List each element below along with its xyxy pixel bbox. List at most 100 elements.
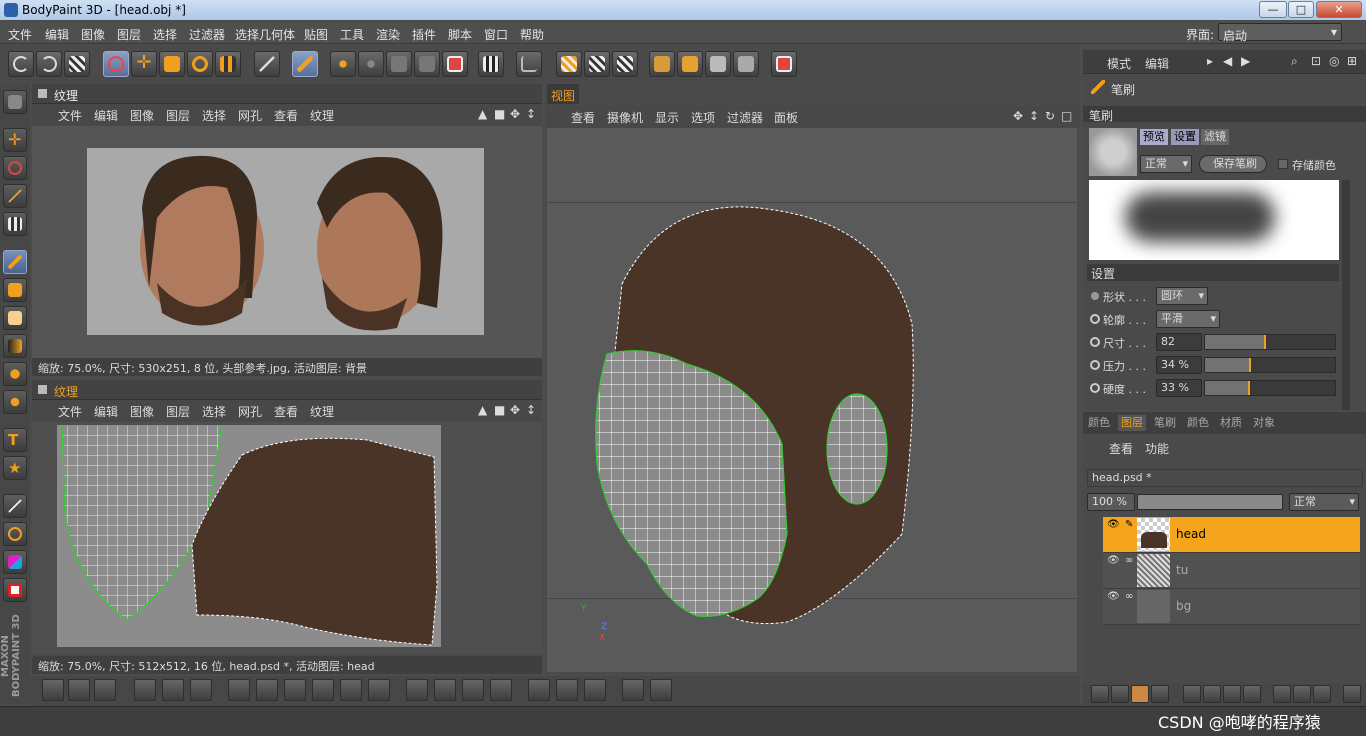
uv-tool-16[interactable] — [490, 679, 512, 701]
submenu-texture[interactable]: 纹理 — [310, 403, 334, 420]
lock-icon[interactable]: ■ — [494, 403, 505, 417]
menu-help[interactable]: 帮助 — [520, 26, 544, 43]
move-tool[interactable]: ✛ — [3, 128, 27, 152]
vp-menu-display[interactable]: 显示 — [655, 109, 679, 126]
paint-setup-button[interactable] — [358, 51, 384, 77]
eye-icon[interactable]: 👁 — [1107, 555, 1120, 566]
pan-icon[interactable]: ✥ — [510, 107, 520, 121]
histogram-icon[interactable]: ▲ — [478, 107, 487, 121]
cube-view-3-button[interactable] — [612, 51, 638, 77]
pressure-slider[interactable] — [1204, 357, 1336, 373]
history-button[interactable] — [64, 51, 90, 77]
undo-button[interactable] — [8, 51, 34, 77]
tab-preview[interactable]: 预览 — [1140, 129, 1168, 145]
eyedropper-tool[interactable] — [3, 494, 27, 518]
text-tool[interactable]: T — [3, 428, 27, 452]
select-tool-button[interactable] — [103, 51, 129, 77]
uv-tool-18[interactable] — [556, 679, 578, 701]
layer-row-bg[interactable]: 👁 ∞ bg — [1103, 589, 1360, 625]
back-arrow-icon[interactable]: ◀ — [1223, 54, 1232, 68]
uv-tool-1[interactable] — [42, 679, 64, 701]
lock-icon[interactable]: ■ — [494, 107, 505, 121]
forward-arrow-icon[interactable]: ▶ — [1241, 54, 1250, 68]
redo-button[interactable] — [36, 51, 62, 77]
texture-canvas[interactable] — [32, 126, 542, 358]
shape-radio[interactable] — [1091, 292, 1099, 300]
zoom-arrows-icon[interactable]: ↕ — [526, 107, 536, 121]
hardness-input[interactable]: 33 % — [1156, 379, 1202, 397]
menu-render[interactable]: 渲染 — [376, 26, 400, 43]
brush-preview-thumb[interactable] — [1089, 128, 1137, 176]
minimize-button[interactable]: — — [1259, 1, 1287, 18]
search-icon[interactable]: ⌕ — [1291, 54, 1298, 69]
uv-tool-15[interactable] — [462, 679, 484, 701]
eye-icon[interactable]: 👁 — [1107, 519, 1120, 530]
color-swatch[interactable] — [3, 550, 27, 574]
rotate-tool-button[interactable] — [187, 51, 213, 77]
attr-scrollbar[interactable] — [1342, 180, 1350, 410]
new-folder-button[interactable] — [1111, 685, 1129, 703]
attr-mode[interactable]: 模式 — [1107, 55, 1131, 72]
submenu-edit[interactable]: 编辑 — [94, 403, 118, 420]
uv-tool-5[interactable] — [162, 679, 184, 701]
pan-icon[interactable]: ✥ — [1013, 109, 1023, 123]
lasso-tool[interactable] — [3, 156, 27, 180]
uv-tool-7[interactable] — [228, 679, 250, 701]
tab-color-2[interactable]: 颜色 — [1184, 415, 1212, 431]
menu-script[interactable]: 脚本 — [448, 26, 472, 43]
transform-tool-button[interactable] — [215, 51, 241, 77]
new-panel-icon[interactable]: ⊞ — [1347, 54, 1357, 68]
submenu-mesh[interactable]: 网孔 — [238, 107, 262, 124]
uv-tool-10[interactable] — [312, 679, 334, 701]
size-slider[interactable] — [1204, 334, 1336, 350]
submenu-file[interactable]: 文件 — [58, 403, 82, 420]
save-brush-button[interactable]: 保存笔刷 — [1199, 155, 1267, 173]
viewport-tab[interactable]: 视图 — [547, 84, 579, 104]
target-icon[interactable]: ◎ — [1329, 54, 1339, 68]
cube-view-2-button[interactable] — [584, 51, 610, 77]
fill-tool[interactable] — [3, 362, 27, 386]
polygons-mode-button[interactable] — [705, 51, 731, 77]
uv-canvas[interactable] — [32, 422, 542, 654]
render-button[interactable] — [478, 51, 504, 77]
submenu-mesh[interactable]: 网孔 — [238, 403, 262, 420]
histogram-icon[interactable]: ▲ — [478, 403, 487, 417]
uv-tool-21[interactable] — [650, 679, 672, 701]
layer-option-3[interactable] — [1313, 685, 1331, 703]
zoom-tool[interactable] — [3, 522, 27, 546]
lock-icon[interactable]: ⊡ — [1311, 54, 1321, 68]
vp-menu-filter[interactable]: 过滤器 — [727, 109, 763, 126]
flatten-button[interactable] — [1203, 685, 1221, 703]
merge-button[interactable] — [1183, 685, 1201, 703]
wand-tool[interactable] — [3, 184, 27, 208]
submenu-image[interactable]: 图像 — [130, 107, 154, 124]
layer-row-head[interactable]: 👁 ✎ head — [1103, 517, 1360, 553]
smudge-tool[interactable] — [3, 390, 27, 414]
uv-tool-8[interactable] — [256, 679, 278, 701]
opacity-slider[interactable] — [1137, 494, 1283, 510]
menu-select-geometry[interactable]: 选择几何体 — [235, 26, 295, 43]
texture-view-button[interactable] — [386, 51, 412, 77]
pressure-input[interactable]: 34 % — [1156, 356, 1202, 374]
vp-menu-options[interactable]: 选项 — [691, 109, 715, 126]
uv-mode-button[interactable] — [733, 51, 759, 77]
maximize-button[interactable]: □ — [1288, 1, 1314, 18]
submenu-layer[interactable]: 图层 — [166, 403, 190, 420]
menu-image[interactable]: 图像 — [81, 26, 105, 43]
panel-menu-icon[interactable] — [38, 89, 47, 98]
store-color-checkbox[interactable] — [1278, 159, 1288, 169]
menu-filter[interactable]: 过滤器 — [189, 26, 225, 43]
opacity-input[interactable]: 100 % — [1087, 493, 1135, 511]
submenu-edit[interactable]: 编辑 — [94, 107, 118, 124]
hardness-radio[interactable] — [1090, 383, 1100, 393]
layer-option-1[interactable] — [1273, 685, 1291, 703]
uv-tool-12[interactable] — [368, 679, 390, 701]
pan-icon[interactable]: ✥ — [510, 403, 520, 417]
tab-material[interactable]: 材质 — [1217, 415, 1245, 431]
menu-window[interactable]: 窗口 — [484, 26, 508, 43]
material-2-button[interactable] — [771, 51, 797, 77]
zoom-arrows-icon[interactable]: ↕ — [526, 403, 536, 417]
panel-menu-icon[interactable] — [38, 385, 47, 394]
points-mode-button[interactable] — [649, 51, 675, 77]
duplicate-button[interactable] — [1223, 685, 1241, 703]
